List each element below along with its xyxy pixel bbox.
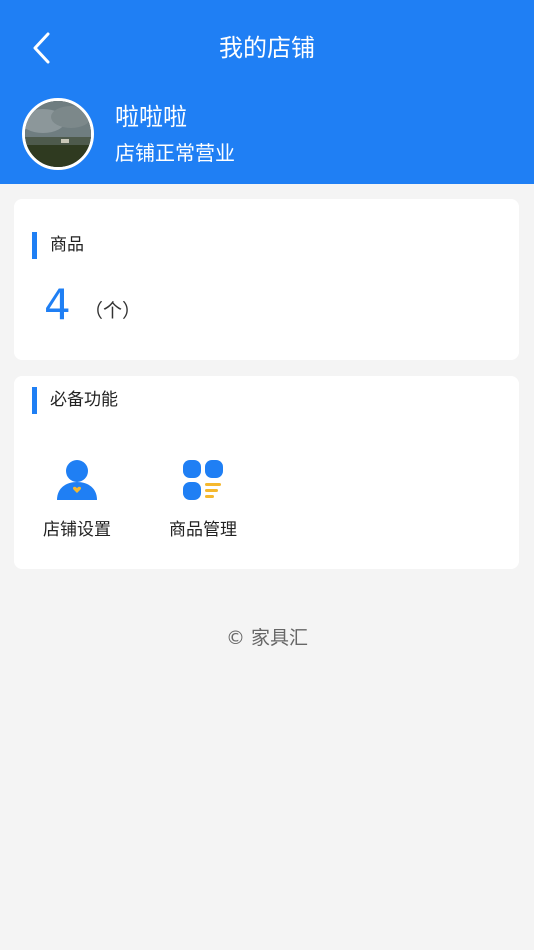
grid-list-icon [183,460,223,500]
avatar[interactable] [22,98,94,170]
section-accent-bar [32,232,37,259]
page-title: 我的店铺 [219,34,315,62]
goods-card[interactable]: 商品 4 （个） [14,199,519,360]
store-name: 啦啦啦 [115,103,187,131]
landscape-photo [25,101,91,167]
features-section-title: 必备功能 [50,390,118,410]
user-settings-icon [57,460,97,500]
store-status: 店铺正常营业 [115,141,235,165]
goods-management-button[interactable]: 商品管理 [148,458,258,548]
feature-label: 商品管理 [169,520,237,540]
store-settings-button[interactable]: 店铺设置 [22,458,132,548]
section-accent-bar [32,387,37,414]
feature-label: 店铺设置 [43,520,111,540]
footer-copyright: © 家具汇 [225,627,309,649]
goods-section-title: 商品 [50,235,84,255]
top-header: 我的店铺 啦啦啦 店铺正常营业 [0,0,534,184]
features-card: 必备功能 店铺设置 商品管理 [14,376,519,569]
goods-unit: （个） [84,300,142,322]
goods-count: 4 [44,280,71,329]
